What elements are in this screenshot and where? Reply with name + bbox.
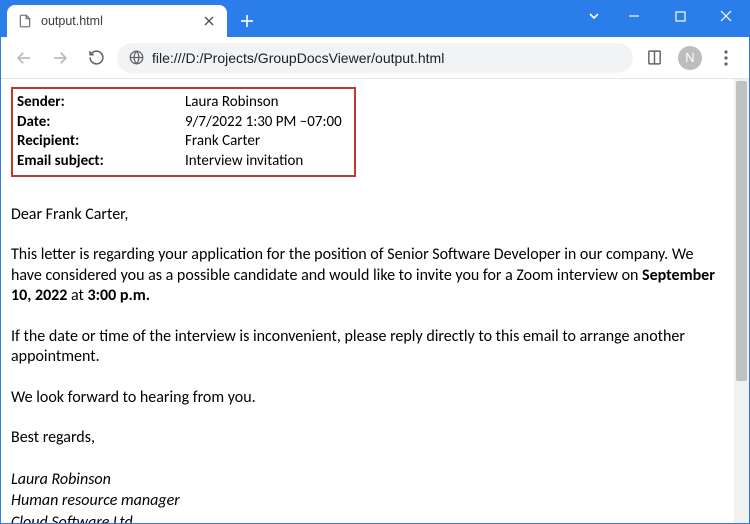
close-tab-button[interactable]: [201, 13, 217, 29]
signature-company: Cloud Software Ltd.: [11, 512, 724, 523]
scrollbar[interactable]: [734, 79, 749, 523]
browser-tab[interactable]: output.html: [7, 5, 227, 37]
meta-label: Recipient:: [15, 132, 185, 152]
email-body: Dear Frank Carter, This letter is regard…: [11, 205, 724, 449]
chevron-down-icon[interactable]: [577, 1, 611, 31]
scrollbar-thumb[interactable]: [736, 81, 747, 381]
new-tab-button[interactable]: [233, 7, 261, 35]
toolbar: N: [1, 37, 749, 79]
meta-value-date: 9/7/2022 1:30 PM −07:00: [185, 113, 342, 133]
meta-label: Date:: [15, 113, 185, 133]
paragraph-3: We look forward to hearing from you.: [11, 388, 724, 408]
meta-row-date: Date: 9/7/2022 1:30 PM −07:00: [15, 113, 342, 133]
address-bar[interactable]: [117, 43, 633, 73]
signature: Laura Robinson Human resource manager Cl…: [11, 469, 724, 523]
meta-row-sender: Sender: Laura Robinson: [15, 93, 342, 113]
meta-row-subject: Email subject: Interview invitation: [15, 152, 342, 172]
greeting: Dear Frank Carter,: [11, 205, 724, 225]
page-content: Sender: Laura Robinson Date: 9/7/2022 1:…: [1, 79, 734, 523]
reading-list-icon[interactable]: [639, 43, 669, 73]
paragraph-1: This letter is regarding your applicatio…: [11, 245, 724, 306]
close-window-button[interactable]: [703, 1, 749, 31]
globe-icon: [129, 50, 144, 65]
file-icon: [17, 13, 33, 29]
meta-value-subject: Interview invitation: [185, 152, 303, 172]
profile-button[interactable]: N: [675, 43, 705, 73]
browser-window: output.html: [0, 0, 750, 524]
email-header-box: Sender: Laura Robinson Date: 9/7/2022 1:…: [11, 87, 356, 177]
paragraph-2: If the date or time of the interview is …: [11, 327, 724, 368]
meta-value-sender: Laura Robinson: [185, 93, 278, 113]
titlebar: output.html: [1, 1, 749, 37]
meta-value-recipient: Frank Carter: [185, 132, 260, 152]
maximize-button[interactable]: [657, 1, 703, 31]
tab-title: output.html: [41, 14, 193, 28]
viewport: Sender: Laura Robinson Date: 9/7/2022 1:…: [1, 79, 749, 523]
meta-label: Sender:: [15, 93, 185, 113]
window-controls: [577, 1, 749, 31]
back-button[interactable]: [9, 43, 39, 73]
menu-button[interactable]: [711, 43, 741, 73]
signature-title: Human resource manager: [11, 490, 724, 512]
url-input[interactable]: [152, 50, 621, 66]
meta-row-recipient: Recipient: Frank Carter: [15, 132, 342, 152]
signature-name: Laura Robinson: [11, 469, 724, 491]
closing: Best regards,: [11, 428, 724, 448]
forward-button[interactable]: [45, 43, 75, 73]
minimize-button[interactable]: [611, 1, 657, 31]
profile-avatar: N: [678, 46, 702, 70]
reload-button[interactable]: [81, 43, 111, 73]
meta-label: Email subject:: [15, 152, 185, 172]
